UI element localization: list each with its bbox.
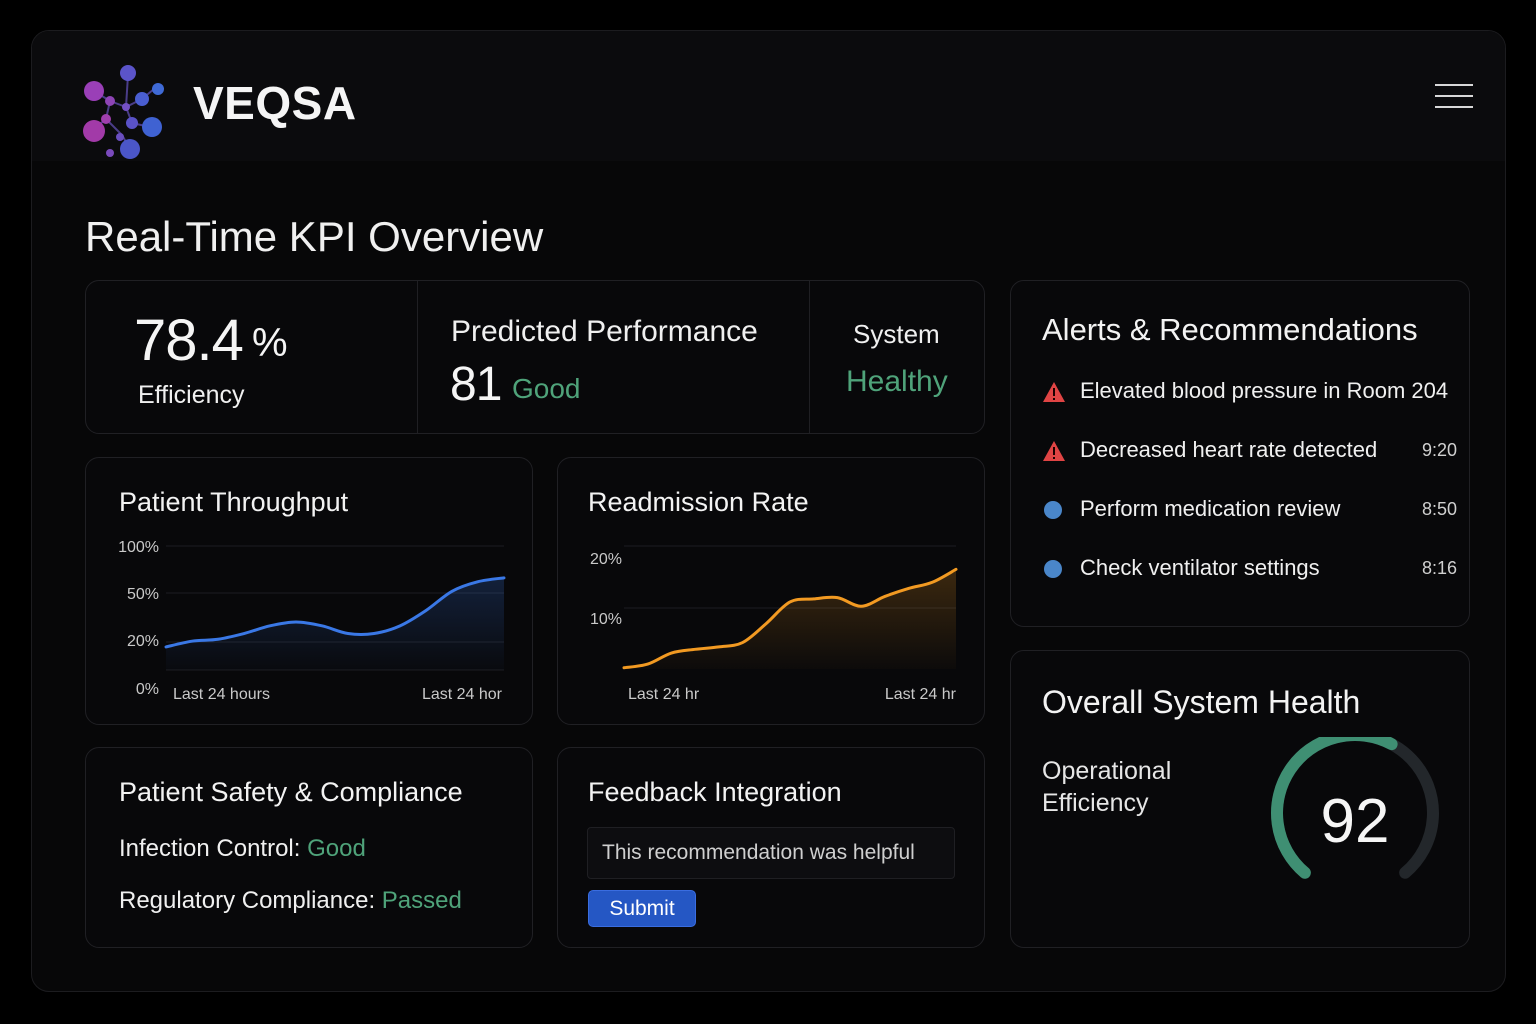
throughput-y-tick: 100% <box>118 539 159 556</box>
throughput-y-tick: 20% <box>127 633 159 650</box>
kpi-divider <box>417 281 418 433</box>
alert-text: Perform medication review <box>1080 496 1341 521</box>
readmission-rate-chart: 20% 10% Last 24 hr Last 24 hr <box>590 545 958 703</box>
predicted-performance-title: Predicted Performance <box>451 315 758 348</box>
readmission-y-tick: 10% <box>590 611 622 628</box>
alert-item[interactable]: Decreased heart rate detected 9:20 <box>1042 436 1457 466</box>
regulatory-compliance-label: Regulatory Compliance: <box>119 887 376 914</box>
alert-time: 9:20 <box>1421 440 1457 460</box>
patient-safety-title: Patient Safety & Compliance <box>119 777 463 807</box>
page-title: Real-Time KPI Overview <box>85 213 544 260</box>
alerts-title: Alerts & Recommendations <box>1042 312 1418 347</box>
warning-triangle-icon <box>1043 382 1065 402</box>
readmission-area-fill <box>624 569 956 669</box>
regulatory-compliance-line: Regulatory Compliance: Passed <box>119 887 462 915</box>
readmission-x-label: Last 24 hr <box>885 686 957 703</box>
alert-item[interactable]: Perform medication review 8:50 <box>1042 495 1457 525</box>
throughput-x-label: Last 24 hours <box>173 686 270 703</box>
top-bar: VEQSA <box>32 31 1505 161</box>
alert-item[interactable]: Check ventilator settings 8:16 <box>1042 554 1457 584</box>
warning-triangle-icon <box>1043 441 1065 461</box>
alert-time: 8:50 <box>1421 499 1457 519</box>
patient-throughput-chart: 100% 50% 20% 0% Last 24 hours Last 24 hor <box>118 539 506 703</box>
efficiency-unit: % <box>252 321 288 365</box>
brand-name: VEQSA <box>193 77 357 129</box>
regulatory-compliance-value: Passed <box>381 887 462 914</box>
alert-text: Check ventilator settings <box>1080 555 1320 580</box>
alert-item[interactable]: Elevated blood pressure in Room 204 <box>1042 377 1457 407</box>
feedback-card: Feedback Integration Submit <box>557 747 985 948</box>
system-health-title: Overall System Health <box>1042 684 1361 720</box>
system-status: Healthy <box>846 365 948 398</box>
readmission-x-label: Last 24 hr <box>628 686 700 703</box>
alert-time: 8:16 <box>1421 558 1457 578</box>
hamburger-menu-icon[interactable] <box>1435 81 1473 111</box>
throughput-y-tick: 50% <box>127 586 159 603</box>
infection-control-label: Infection Control: <box>119 835 301 862</box>
patient-safety-card: Patient Safety & Compliance Infection Co… <box>85 747 533 948</box>
feedback-title: Feedback Integration <box>588 777 842 807</box>
infection-control-value: Good <box>307 835 366 862</box>
predicted-performance-value: 81 <box>450 358 502 411</box>
kpi-divider <box>809 281 810 433</box>
submit-button[interactable]: Submit <box>588 890 696 927</box>
efficiency-label: Efficiency <box>138 381 245 409</box>
feedback-input[interactable] <box>587 827 955 879</box>
throughput-x-label: Last 24 hor <box>422 686 503 703</box>
health-gauge-value: 92 <box>1320 787 1390 856</box>
alert-text: Elevated blood pressure in Room 204 <box>1080 378 1449 403</box>
readmission-y-tick: 20% <box>590 551 622 568</box>
throughput-y-tick: 0% <box>136 681 159 698</box>
kpi-strip: 78.4 % Efficiency Predicted Performance … <box>85 280 985 434</box>
info-dot-icon <box>1044 560 1062 578</box>
system-title: System <box>853 319 940 349</box>
patient-throughput-card: Patient Throughput 100% 50% 20% 0% Last 24 h… <box>85 457 533 725</box>
infection-control-line: Infection Control: Good <box>119 835 366 863</box>
network-logo-icon <box>83 65 164 159</box>
operational-efficiency-label: Operational Efficiency <box>1042 757 1172 817</box>
efficiency-value: 78.4 <box>134 308 244 373</box>
system-health-card: Overall System Health Operational Effici… <box>1010 650 1470 948</box>
app-window: VEQSA Real-Time KPI Overview 78.4 % Effi… <box>31 30 1506 992</box>
alerts-card: Alerts & Recommendations Elevated blood … <box>1010 280 1470 627</box>
predicted-performance-status: Good <box>512 373 581 404</box>
readmission-rate-card: Readmission Rate 20% 10% Last 24 hr Last 24… <box>557 457 985 725</box>
alert-text: Decreased heart rate detected <box>1080 437 1378 462</box>
info-dot-icon <box>1044 501 1062 519</box>
